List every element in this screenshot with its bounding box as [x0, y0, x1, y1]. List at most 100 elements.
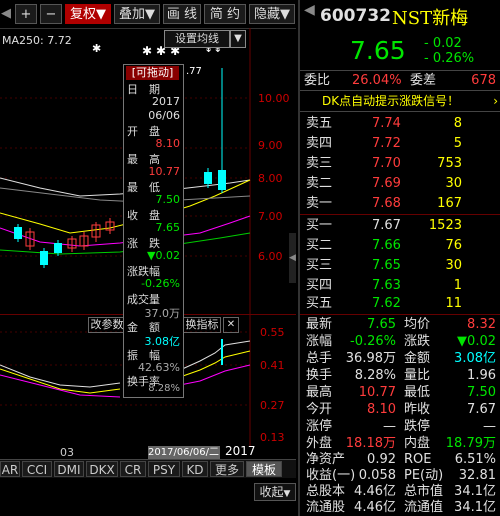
- data-tooltip[interactable]: [可拖动] 日 期 2017 06/06 开 盘 8.10 最 高 10.77 …: [123, 64, 184, 398]
- draw-line-button[interactable]: 画 线: [163, 4, 201, 24]
- ask-volume: 753: [437, 156, 462, 171]
- stat-value: 0.92: [367, 452, 396, 467]
- stat-label: 流通股: [306, 500, 346, 515]
- stat-value: 4.46亿: [354, 484, 396, 499]
- back-arrow-icon[interactable]: ◀: [304, 2, 315, 18]
- stat-label: 最新: [306, 317, 333, 332]
- tooltip-value: 8.10: [155, 137, 181, 150]
- stat-row: 总股本 4.46亿 总市值 34.1亿: [300, 484, 500, 500]
- zoom-out-button[interactable]: −: [40, 4, 62, 24]
- stat-value: ▼0.02: [457, 334, 496, 349]
- tab-ar[interactable]: AR: [0, 461, 20, 477]
- current-price: 7.65: [350, 36, 406, 65]
- tooltip-value: 8.28%: [148, 383, 180, 394]
- indicator-y-label: 0.13: [260, 431, 285, 444]
- ask-label: 卖一: [306, 196, 333, 211]
- tab-psy[interactable]: PSY: [148, 461, 180, 477]
- stat-label: 涨幅: [306, 334, 333, 349]
- stock-name: NST新梅: [392, 8, 469, 29]
- tab-more[interactable]: 更多: [210, 461, 244, 477]
- simple-mode-button[interactable]: 简 约: [204, 4, 246, 24]
- quote-panel: ◀ 600732 NST新梅 7.65 - 0.02 - 0.26% 委比 26…: [298, 0, 500, 516]
- weibi-value: 26.04%: [352, 73, 402, 88]
- ask-price: 7.70: [372, 156, 401, 171]
- weibi-row: 委比 26.04% 委差 678: [300, 70, 500, 91]
- tooltip-drag-header[interactable]: [可拖动]: [126, 66, 179, 80]
- indicator-y-label: 0.41: [260, 359, 285, 372]
- weicha-value: 678: [471, 73, 496, 88]
- hide-button[interactable]: 隐藏▼: [249, 4, 295, 24]
- bid-row[interactable]: 买一 7.67 1523: [300, 216, 500, 236]
- chart-toolbar: ◀ + − 复权▼ 叠加▼ 画 线 简 约 隐藏▼: [0, 0, 296, 29]
- stat-label: 涨停: [306, 419, 333, 434]
- ma-settings-button[interactable]: 设置均线: [164, 30, 230, 48]
- marker-star-icon: ✱: [92, 42, 102, 55]
- ma-settings-dropdown-icon[interactable]: ▼: [230, 30, 246, 48]
- stat-label: 涨跌: [404, 334, 431, 349]
- stat-value: 3.08亿: [454, 351, 496, 366]
- stat-value: 10.77: [358, 385, 396, 400]
- bid-label: 买一: [306, 218, 333, 233]
- divider: [300, 314, 500, 315]
- tab-cr[interactable]: CR: [120, 461, 146, 477]
- stat-label: 总股本: [306, 484, 346, 499]
- stat-label: 量比: [404, 368, 431, 383]
- stat-value: 0.058: [358, 468, 396, 483]
- fuquan-label: 复权: [69, 7, 96, 22]
- ask-row[interactable]: 卖一 7.68 167: [300, 194, 500, 214]
- chart-footer: 收起▼: [0, 478, 296, 516]
- bid-volume: 1523: [428, 218, 462, 233]
- fuquan-button[interactable]: 复权▼: [65, 4, 111, 24]
- stat-label: 均价: [404, 317, 431, 332]
- stock-code: 600732: [320, 6, 391, 26]
- ma250-label: MA250: 7.72: [2, 34, 72, 47]
- tab-template[interactable]: 模板: [246, 461, 282, 477]
- weicha-label: 委差: [410, 73, 437, 88]
- bid-price: 7.67: [372, 218, 401, 233]
- bid-row[interactable]: 买三 7.65 30: [300, 256, 500, 276]
- ask-row[interactable]: 卖二 7.69 30: [300, 174, 500, 194]
- tooltip-value: 06/06: [148, 109, 180, 122]
- scroll-left-icon[interactable]: ◀: [0, 4, 12, 24]
- stat-value: 4.46亿: [354, 500, 396, 515]
- collapse-button[interactable]: 收起▼: [254, 483, 296, 501]
- ask-label: 卖三: [306, 156, 333, 171]
- x-axis-year: 2017: [225, 444, 256, 458]
- stat-value: —: [383, 419, 396, 434]
- stat-value: 8.32: [467, 317, 496, 332]
- y-axis-label: 9.00: [258, 139, 283, 152]
- stat-row: 最高 10.77 最低 7.50: [300, 384, 500, 401]
- bid-row[interactable]: 买四 7.63 1: [300, 276, 500, 296]
- collapse-panel-handle[interactable]: ◀: [289, 233, 296, 283]
- ask-label: 卖五: [306, 116, 333, 131]
- ask-price: 7.74: [372, 116, 401, 131]
- ask-row[interactable]: 卖五 7.74 8: [300, 114, 500, 134]
- tab-dmi[interactable]: DMI: [54, 461, 84, 477]
- ask-price: 7.68: [372, 196, 401, 211]
- x-axis-cursor-date: 2017/06/06/二: [148, 446, 220, 459]
- dk-signal-banner[interactable]: DK点自动提示涨跌信号！ ›: [300, 90, 500, 112]
- bid-price: 7.65: [372, 258, 401, 273]
- stat-row: 最新 7.65 均价 8.32: [300, 316, 500, 333]
- bid-volume: 30: [445, 258, 462, 273]
- indicator-switch-button[interactable]: 换指标: [183, 317, 221, 333]
- ask-row[interactable]: 卖四 7.72 5: [300, 134, 500, 154]
- zoom-in-button[interactable]: +: [15, 4, 37, 24]
- tab-kd[interactable]: KD: [182, 461, 208, 477]
- indicator-params-button[interactable]: 改参数: [88, 317, 126, 333]
- bid-row[interactable]: 买二 7.66 76: [300, 236, 500, 256]
- indicator-tabs: AR CCI DMI DKX CR PSY KD 更多 模板: [0, 459, 296, 478]
- stat-value: 34.1亿: [454, 500, 496, 515]
- tab-dkx[interactable]: DKX: [86, 461, 118, 477]
- bid-row[interactable]: 买五 7.62 11: [300, 294, 500, 314]
- close-icon[interactable]: ✕: [223, 317, 239, 333]
- ask-row[interactable]: 卖三 7.70 753: [300, 154, 500, 174]
- overlay-button[interactable]: 叠加▼: [114, 4, 160, 24]
- bid-label: 买四: [306, 278, 333, 293]
- chevron-down-icon: ▼: [283, 489, 291, 499]
- stat-label: 换手: [306, 368, 333, 383]
- y-axis-label: 8.00: [258, 172, 283, 185]
- ask-volume: 5: [453, 136, 462, 151]
- dropdown-arrow-icon: ▼: [96, 7, 106, 22]
- tab-cci[interactable]: CCI: [22, 461, 52, 477]
